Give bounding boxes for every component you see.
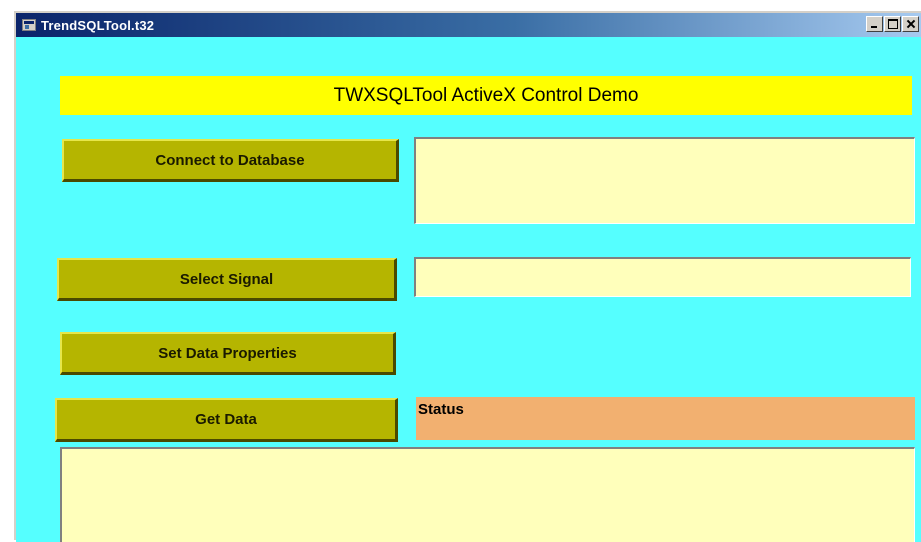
- close-icon[interactable]: [902, 16, 919, 32]
- set-data-properties-label: Set Data Properties: [158, 344, 297, 362]
- select-signal-button[interactable]: Select Signal: [57, 258, 397, 301]
- app-window: TrendSQLTool.t32 TWXSQLTool ActiveX Cont…: [14, 11, 921, 542]
- connect-to-database-button[interactable]: Connect to Database: [62, 139, 399, 182]
- get-data-label: Get Data: [195, 411, 257, 428]
- banner-title: TWXSQLTool ActiveX Control Demo: [333, 84, 639, 106]
- demo-banner: TWXSQLTool ActiveX Control Demo: [60, 76, 912, 115]
- set-data-properties-button[interactable]: Set Data Properties: [60, 332, 396, 375]
- status-label: Status: [418, 401, 464, 418]
- window-title: TrendSQLTool.t32: [41, 17, 155, 33]
- connection-output-field[interactable]: [414, 137, 915, 224]
- status-panel: Status: [416, 397, 915, 440]
- title-bar[interactable]: TrendSQLTool.t32: [16, 13, 921, 37]
- client-area: TWXSQLTool ActiveX Control Demo Connect …: [16, 37, 921, 542]
- connect-button-label: Connect to Database: [155, 151, 305, 169]
- select-signal-label: Select Signal: [179, 270, 274, 288]
- window-controls: [865, 16, 919, 32]
- minimize-icon[interactable]: [866, 16, 883, 32]
- signal-field[interactable]: [414, 257, 911, 297]
- get-data-button[interactable]: Get Data: [55, 398, 398, 442]
- data-output-field[interactable]: [60, 447, 915, 542]
- maximize-icon[interactable]: [884, 16, 901, 32]
- app-icon[interactable]: [22, 19, 36, 31]
